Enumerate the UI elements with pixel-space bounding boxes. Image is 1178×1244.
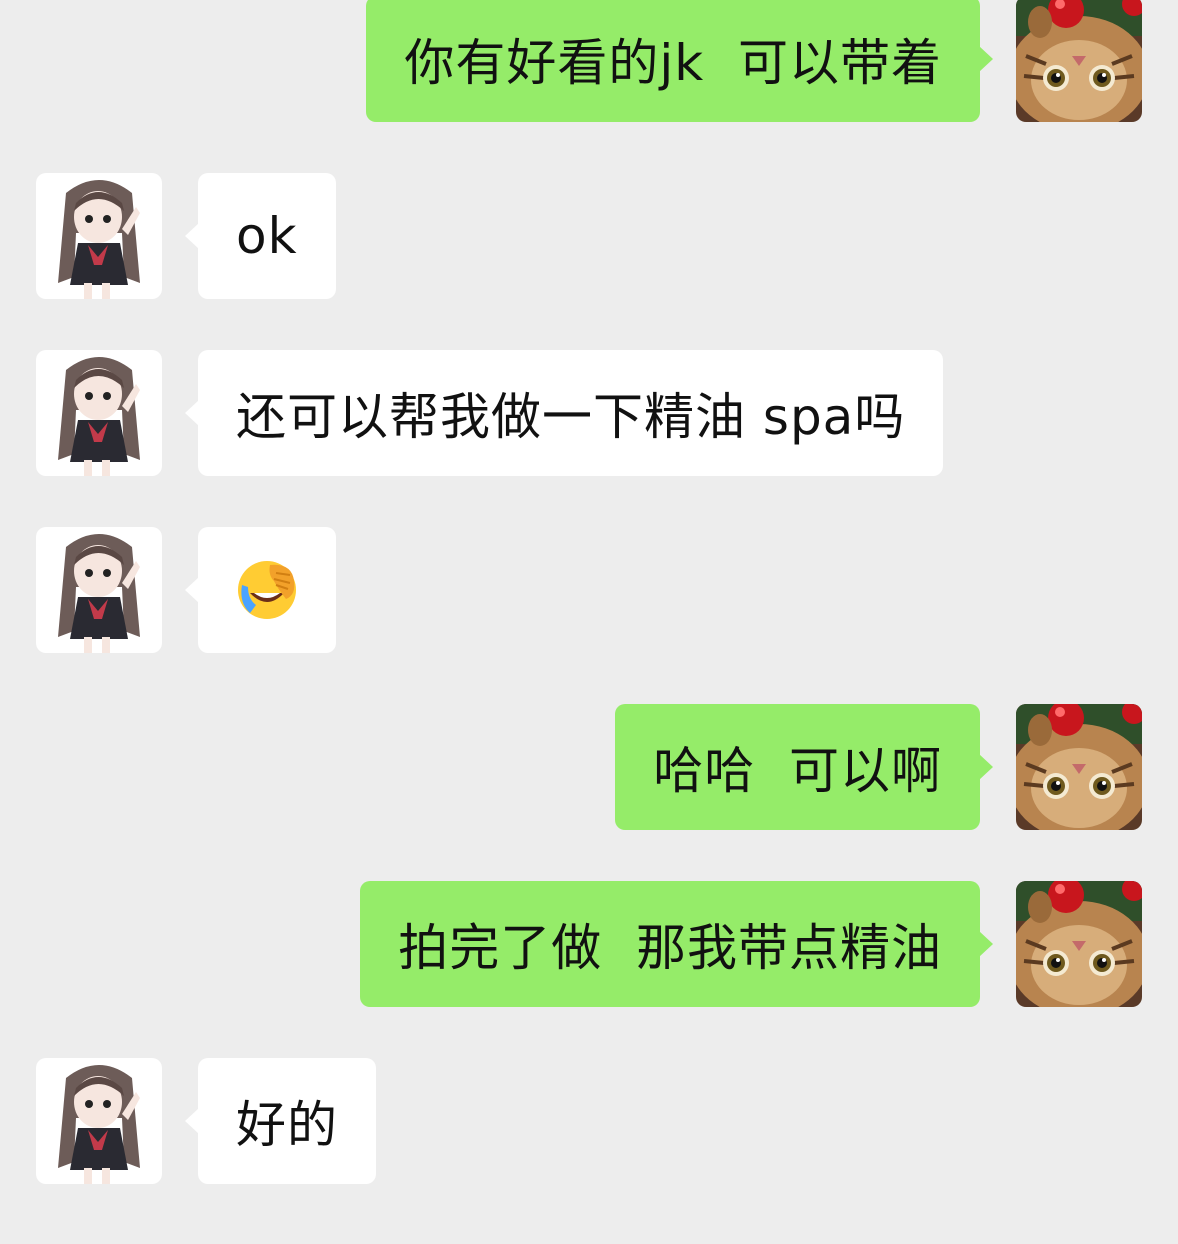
anime-girl-avatar[interactable] — [36, 1058, 162, 1184]
message-bubble-incoming[interactable]: 还可以帮我做一下精油 spa吗 — [184, 350, 944, 476]
message-text: 好的 — [236, 1096, 338, 1154]
cat-avatar[interactable] — [1016, 704, 1142, 830]
message-text: 你有好看的jk 可以带着 — [404, 34, 942, 92]
message-bubble-outgoing[interactable]: 你有好看的jk 可以带着 — [366, 0, 993, 122]
anime-girl-avatar[interactable] — [36, 350, 162, 476]
cat-avatar[interactable] — [1016, 0, 1142, 122]
message-row-outgoing: 拍完了做 那我带点精油 — [0, 881, 1178, 1007]
message-row-incoming: ok — [0, 173, 1178, 299]
message-row-incoming: 好的 — [0, 1058, 1178, 1184]
face-palm-laughing-tears-emoji — [238, 561, 296, 619]
message-text: 还可以帮我做一下精油 spa吗 — [236, 388, 906, 446]
anime-girl-avatar[interactable] — [36, 173, 162, 299]
message-text: 拍完了做 那我带点精油 — [398, 919, 942, 977]
message-bubble-outgoing[interactable]: 哈哈 可以啊 — [615, 704, 993, 830]
message-text: 哈哈 可以啊 — [653, 742, 942, 800]
cat-avatar[interactable] — [1016, 881, 1142, 1007]
message-bubble-incoming[interactable]: ok — [185, 173, 336, 299]
message-row-incoming: 还可以帮我做一下精油 spa吗 — [0, 350, 1178, 476]
message-row-incoming — [0, 527, 1178, 653]
message-row-outgoing: 哈哈 可以啊 — [0, 704, 1178, 830]
message-row-outgoing: 你有好看的jk 可以带着 — [0, 0, 1178, 122]
message-bubble-incoming[interactable] — [185, 527, 336, 653]
message-bubble-incoming[interactable]: 好的 — [185, 1058, 376, 1184]
anime-girl-avatar[interactable] — [36, 527, 162, 653]
message-bubble-outgoing[interactable]: 拍完了做 那我带点精油 — [360, 881, 993, 1007]
message-text: ok — [236, 207, 298, 265]
